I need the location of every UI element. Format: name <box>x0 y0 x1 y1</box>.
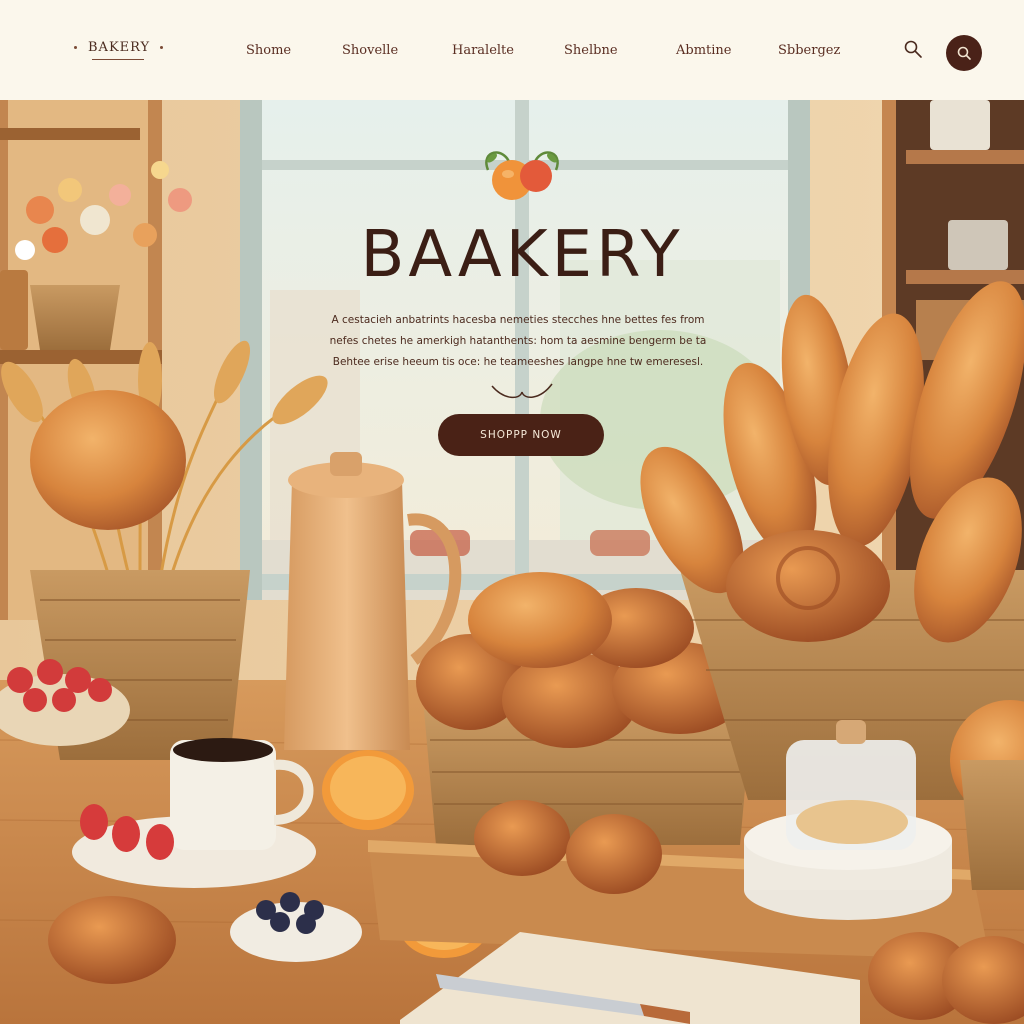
nav-item-1[interactable]: Shome <box>246 43 291 58</box>
nav-item-3[interactable]: Haralelte <box>452 43 514 58</box>
nav-item-6[interactable]: Sbbergez <box>778 43 840 58</box>
shop-now-button[interactable]: SHOPPP NOW <box>438 414 604 456</box>
site-header: BAKERY Shome Shovelle Haralelte Shelbne … <box>0 0 1024 100</box>
logo-underline <box>92 59 144 60</box>
peach-decoration-icon <box>485 151 559 200</box>
hero-title: BAAKERY <box>360 218 684 292</box>
logo-dot-right <box>160 46 163 49</box>
hero-section: BAAKERY A cestacieh anbatrints hacesba n… <box>0 100 1024 1024</box>
nav-item-2[interactable]: Shovelle <box>342 43 398 58</box>
flourish-divider-icon <box>491 383 553 399</box>
hero-content: BAAKERY A cestacieh anbatrints hacesba n… <box>0 100 1024 500</box>
nav-item-5[interactable]: Abmtine <box>676 43 732 58</box>
brand-logo[interactable]: BAKERY <box>74 36 164 66</box>
logo-dot-left <box>74 46 77 49</box>
search-button[interactable] <box>946 35 982 71</box>
hero-description-line: A cestacieh anbatrints hacesba nemeties … <box>331 314 705 326</box>
nav-item-4[interactable]: Shelbne <box>564 43 618 58</box>
search-icon <box>957 46 971 60</box>
hero-description-line: nefes chetes he amerkigh hatanthents: ho… <box>329 335 707 347</box>
search-icon[interactable] <box>902 38 924 60</box>
logo-text: BAKERY <box>88 40 151 55</box>
hero-description: A cestacieh anbatrints hacesba nemeties … <box>322 310 714 373</box>
hero-description-line: Behtee erise heeum tis oce: he teameeshe… <box>332 356 704 368</box>
